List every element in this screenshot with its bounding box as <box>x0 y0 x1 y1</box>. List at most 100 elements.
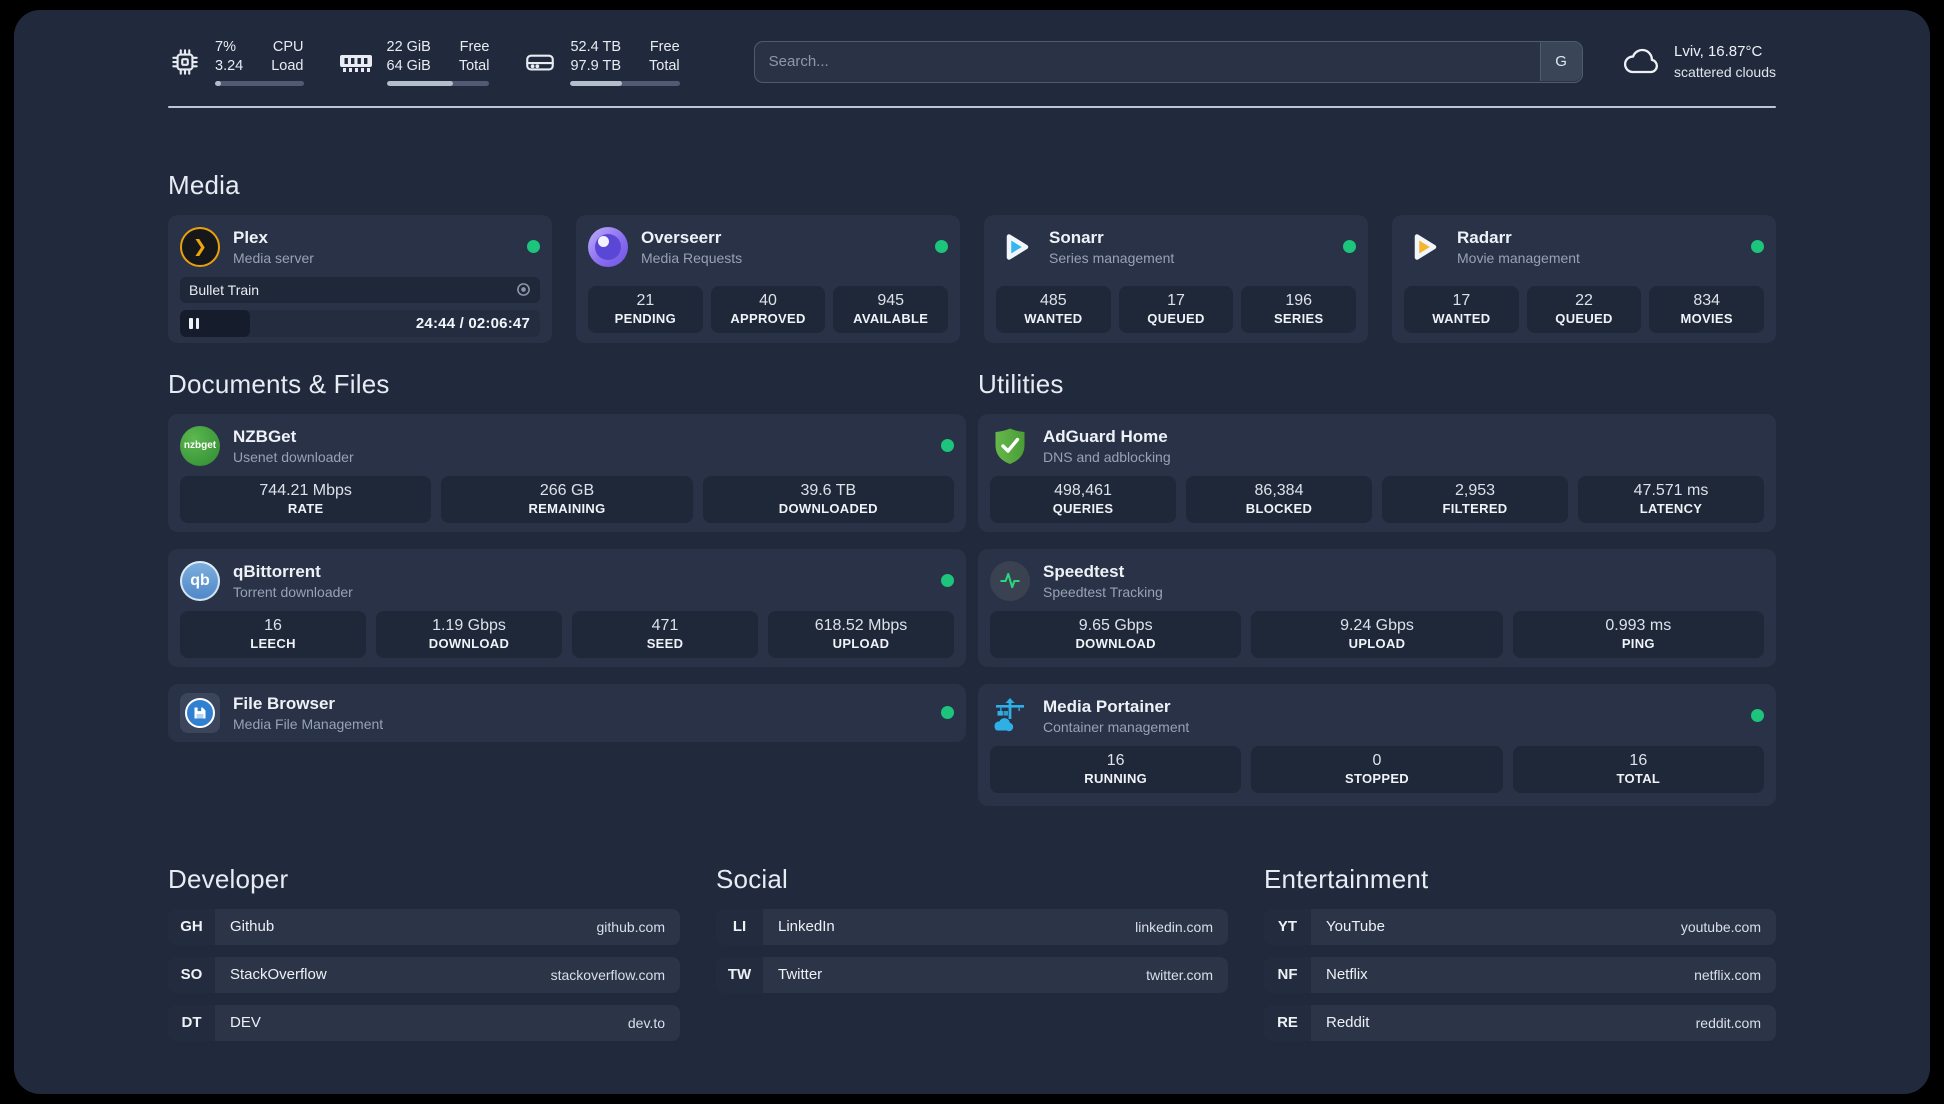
stat-box: 498,461 QUERIES <box>990 475 1176 523</box>
cpu-usage-value: 7% <box>215 39 236 55</box>
app-name: AdGuard Home <box>1043 426 1168 446</box>
weather-widget: Lviv, 16.87°C scattered clouds <box>1621 42 1776 81</box>
stat-label: APPROVED <box>730 311 806 327</box>
stat-value: 744.21 Mbps <box>259 482 352 500</box>
link-row-dev[interactable]: DT DEV dev.to <box>168 1004 680 1041</box>
portainer-logo <box>990 696 1030 736</box>
link-row-twitter[interactable]: TW Twitter twitter.com <box>716 956 1228 993</box>
stat-value: 0.993 ms <box>1605 617 1672 635</box>
app-description: Media server <box>233 249 314 266</box>
filebrowser-logo <box>180 692 220 733</box>
search-engine-button[interactable]: G <box>1539 42 1582 82</box>
qbittorrent-logo: qb <box>180 560 220 601</box>
stat-box: 945 AVAILABLE <box>833 285 949 333</box>
radarr-logo <box>1404 227 1444 267</box>
app-card-radarr[interactable]: Radarr Movie management 17 WANTED 22 QUEUE… <box>1392 214 1776 343</box>
dashboard-panel: 7% 3.24 CPU Load 22 GiB 64 GiB Free Tota… <box>14 10 1930 1094</box>
speedtest-logo <box>990 560 1030 601</box>
stat-value: 618.52 Mbps <box>814 617 908 635</box>
playback-time: 24:44 / 02:06:47 <box>415 314 530 332</box>
link-name: Reddit <box>1326 1014 1370 1032</box>
stat-label: DOWNLOAD <box>1075 636 1156 652</box>
stat-value: 16 <box>264 617 282 635</box>
search-bar: G <box>753 40 1584 83</box>
app-card-sonarr[interactable]: Sonarr Series management 485 WANTED 17 QUE… <box>984 214 1368 343</box>
link-row-reddit[interactable]: RE Reddit reddit.com <box>1264 1004 1776 1041</box>
link-row-linkedin[interactable]: LI LinkedIn linkedin.com <box>716 908 1228 945</box>
app-card-plex[interactable]: ❯ Plex Media server Bullet Train 24:44 /… <box>168 214 552 343</box>
link-url: linkedin.com <box>1135 918 1213 935</box>
top-bar: 7% 3.24 CPU Load 22 GiB 64 GiB Free Tota… <box>168 38 1776 86</box>
disk-total-value: 97.9 TB <box>570 57 622 74</box>
sonarr-logo <box>996 227 1036 267</box>
disk-monitor: 52.4 TB 97.9 TB Free Total <box>523 38 680 86</box>
app-name: Radarr <box>1457 227 1512 247</box>
stat-label: DOWNLOADED <box>778 501 878 517</box>
stat-box: 0.993 ms PING <box>1512 610 1764 658</box>
link-abbr: RE <box>1264 1004 1311 1041</box>
stat-box: 40 APPROVED <box>710 285 826 333</box>
app-card-portainer[interactable]: Media Portainer Container management 16 R… <box>978 683 1776 806</box>
app-card-nzbget[interactable]: nzbget NZBGet Usenet downloader 744.21 M… <box>168 413 966 532</box>
stat-value: 471 <box>651 617 679 635</box>
stat-box: 39.6 TB DOWNLOADED <box>702 475 954 523</box>
section-title-social: Social <box>716 863 789 894</box>
app-card-speedtest[interactable]: Speedtest Speedtest Tracking 9.65 Gbps DO… <box>978 548 1776 667</box>
stat-value: 16 <box>1629 752 1648 770</box>
stat-box: 471 SEED <box>572 610 758 658</box>
ram-total-label: Total <box>458 57 490 74</box>
stat-box: 16 LEECH <box>180 610 366 658</box>
app-card-adguard[interactable]: AdGuard Home DNS and adblocking 498,461 Q… <box>978 413 1776 532</box>
stat-value: 86,384 <box>1254 482 1304 500</box>
app-card-filebrowser[interactable]: File Browser Media File Management <box>168 683 966 742</box>
stat-box: 2,953 FILTERED <box>1382 475 1568 523</box>
app-description: DNS and adblocking <box>1043 448 1171 465</box>
stat-value: 21 <box>636 292 655 310</box>
stat-value: 9.65 Gbps <box>1078 617 1153 635</box>
stat-label: BLOCKED <box>1245 501 1313 517</box>
gear-icon[interactable] <box>516 282 531 297</box>
search-input[interactable] <box>753 40 1584 83</box>
app-description: Movie management <box>1457 249 1580 266</box>
section-title-developer: Developer <box>168 863 289 894</box>
ram-free-label: Free <box>459 39 490 55</box>
disk-free-value: 52.4 TB <box>570 39 622 55</box>
link-name: Twitter <box>778 966 823 984</box>
stat-label: UPLOAD <box>832 636 890 652</box>
memory-icon <box>339 54 372 72</box>
stat-label: DOWNLOAD <box>428 636 510 652</box>
stat-value: 16 <box>1106 752 1125 770</box>
link-row-youtube[interactable]: YT YouTube youtube.com <box>1264 908 1776 945</box>
stat-value: 498,461 <box>1054 482 1112 500</box>
link-row-github[interactable]: GH Github github.com <box>168 908 680 945</box>
stat-value: 47.571 ms <box>1633 482 1709 500</box>
stat-label: QUEUED <box>1147 311 1205 327</box>
stat-box: 266 GB REMAINING <box>441 475 693 523</box>
link-url: twitter.com <box>1146 966 1213 983</box>
link-abbr: NF <box>1264 956 1311 993</box>
stat-value: 834 <box>1693 292 1721 310</box>
stat-box: 1.19 Gbps DOWNLOAD <box>376 610 562 658</box>
stat-value: 40 <box>759 292 777 310</box>
links-section-social: Social LI LinkedIn linkedin.com TW Twitte… <box>716 864 1228 1041</box>
app-card-qbittorrent[interactable]: qb qBittorrent Torrent downloader 16 LEEC… <box>168 548 966 667</box>
stat-label: PENDING <box>614 311 676 327</box>
stat-label: RATE <box>287 501 324 517</box>
stat-value: 9.24 Gbps <box>1340 617 1414 635</box>
stat-box: 9.65 Gbps DOWNLOAD <box>990 610 1242 658</box>
stat-label: MOVIES <box>1680 311 1733 327</box>
link-row-netflix[interactable]: NF Netflix netflix.com <box>1264 956 1776 993</box>
ram-total-value: 64 GiB <box>386 57 431 74</box>
stat-value: 945 <box>877 292 905 310</box>
app-description: Speedtest Tracking <box>1043 583 1163 600</box>
pause-icon <box>189 317 199 329</box>
link-abbr: DT <box>168 1004 215 1041</box>
link-row-stackoverflow[interactable]: SO StackOverflow stackoverflow.com <box>168 956 680 993</box>
section-title-utilities: Utilities <box>978 368 1064 399</box>
stat-label: PING <box>1621 636 1655 652</box>
app-card-overseerr[interactable]: Overseerr Media Requests 21 PENDING 40 APP… <box>576 214 960 343</box>
app-name: Speedtest <box>1043 561 1125 581</box>
weather-condition: scattered clouds <box>1674 63 1776 80</box>
link-url: netflix.com <box>1694 966 1761 983</box>
status-dot <box>1751 709 1764 723</box>
